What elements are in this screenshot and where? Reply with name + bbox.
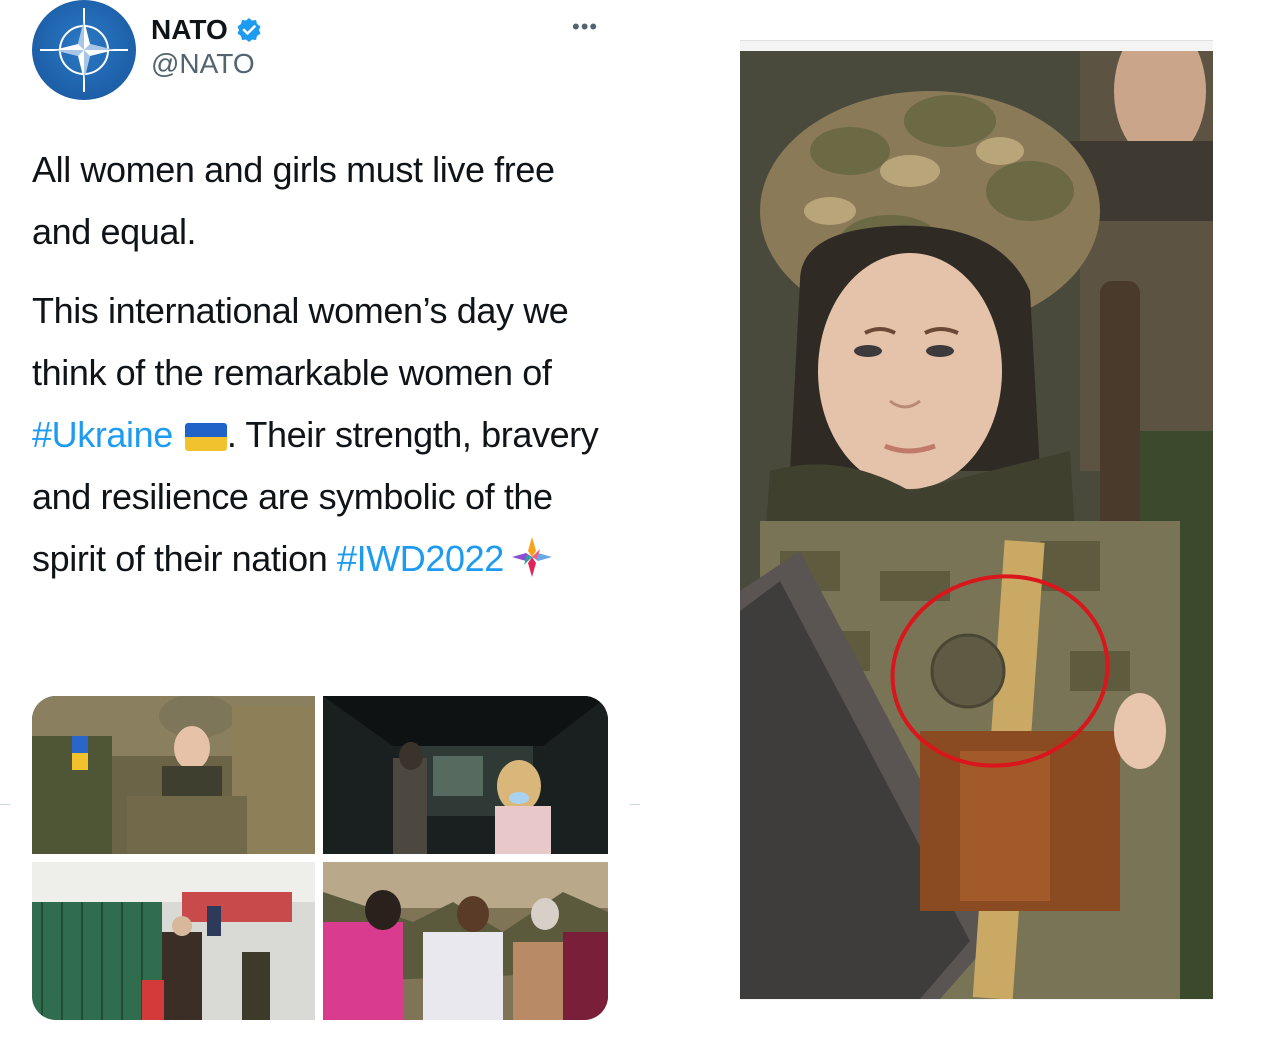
tweet-card: NATO @NATO ••• All women and girls must …	[0, 0, 640, 1037]
display-name[interactable]: NATO	[151, 14, 228, 46]
nato-logo-icon	[40, 8, 128, 92]
author-name-row[interactable]: NATO	[151, 14, 262, 46]
soldier-photo	[740, 51, 1213, 999]
tweet-text-paragraph-1: All women and girls must live free and e…	[32, 149, 555, 252]
gallery-photo-camo-netting[interactable]	[323, 862, 608, 1020]
iwd-emoji-icon	[510, 535, 554, 598]
gallery-photo-refugees[interactable]	[32, 862, 315, 1020]
hashtag-ukraine-link[interactable]: #Ukraine	[32, 414, 173, 455]
nato-avatar[interactable]	[32, 0, 136, 100]
divider-right	[630, 804, 640, 805]
divider-left	[0, 804, 10, 805]
ukraine-flag-icon	[184, 423, 227, 451]
gallery-photo-shelter[interactable]	[323, 696, 608, 854]
gallery-photo-soldiers[interactable]	[32, 696, 315, 854]
hashtag-iwd2022-link[interactable]: #IWD2022	[337, 538, 504, 579]
media-gallery	[32, 696, 608, 1020]
tweet-text-paragraph-2: This international women’s day we think …	[32, 280, 622, 598]
verified-badge-icon	[237, 18, 261, 42]
author-handle[interactable]: @NATO	[151, 48, 255, 80]
more-options-icon[interactable]: •••	[572, 14, 598, 40]
tweet-text-part: This international women’s day we think …	[32, 290, 569, 393]
